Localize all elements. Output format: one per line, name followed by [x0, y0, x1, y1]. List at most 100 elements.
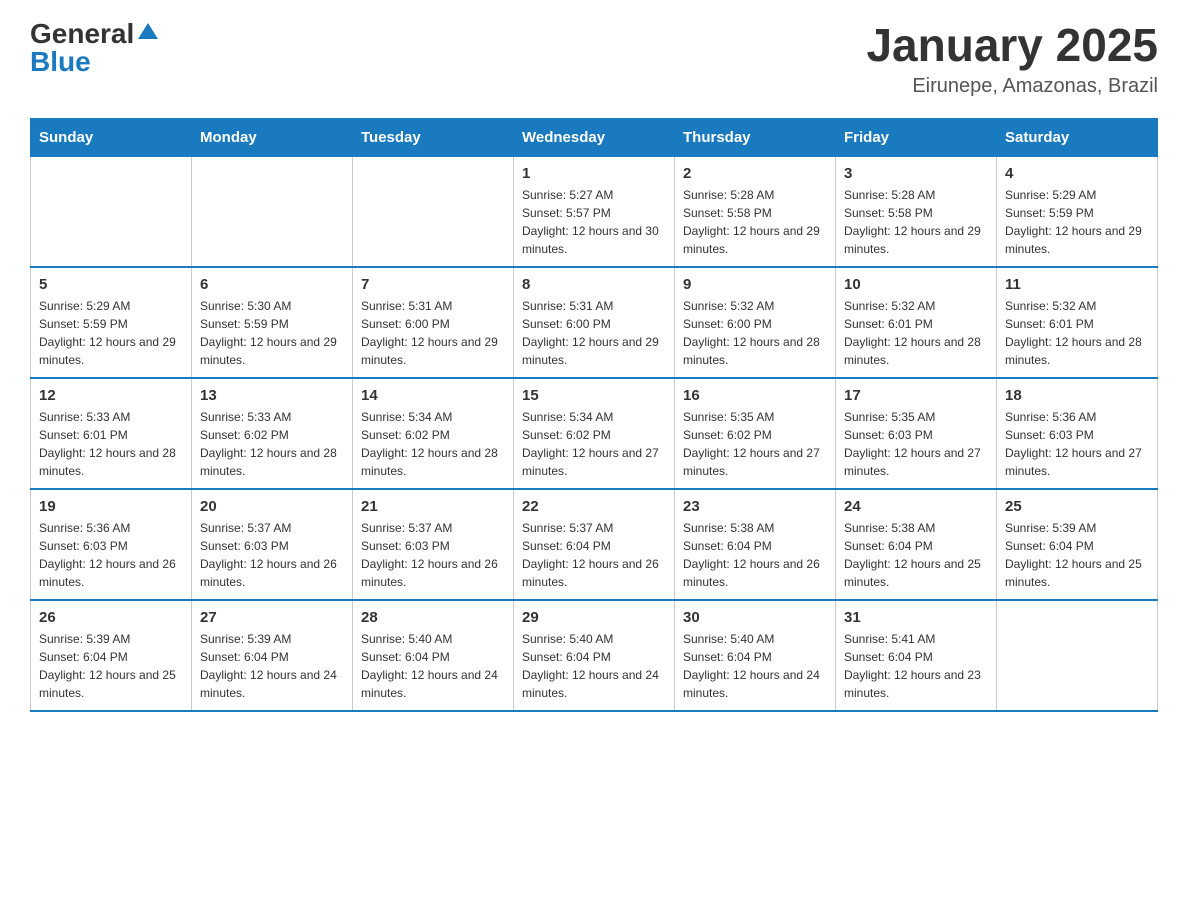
day-number: 9 — [683, 276, 827, 293]
day-info: Sunrise: 5:31 AMSunset: 6:00 PMDaylight:… — [361, 297, 505, 369]
day-info: Sunrise: 5:37 AMSunset: 6:03 PMDaylight:… — [200, 519, 344, 591]
day-number: 21 — [361, 498, 505, 515]
column-header-saturday: Saturday — [997, 118, 1158, 156]
day-number: 19 — [39, 498, 183, 515]
day-number: 26 — [39, 609, 183, 626]
calendar-day-cell: 19 Sunrise: 5:36 AMSunset: 6:03 PMDayligh… — [31, 489, 192, 600]
calendar-day-cell: 5Sunrise: 5:29 AMSunset: 5:59 PMDaylight… — [31, 267, 192, 378]
calendar-day-cell: 24 Sunrise: 5:38 AMSunset: 6:04 PMDayligh… — [836, 489, 997, 600]
calendar-day-cell: 21Sunrise: 5:37 AMSunset: 6:03 PMDayligh… — [353, 489, 514, 600]
calendar-subtitle: Eirunepe, Amazonas, Brazil — [866, 75, 1158, 98]
day-number: 23 — [683, 498, 827, 515]
calendar-day-cell: 27 Sunrise: 5:39 AMSunset: 6:04 PMDayligh… — [192, 600, 353, 711]
day-number: 14 — [361, 387, 505, 404]
day-info: Sunrise: 5:36 AMSunset: 6:03 PMDaylight:… — [39, 519, 183, 591]
calendar-day-cell: 4 Sunrise: 5:29 AMSunset: 5:59 PMDaylight… — [997, 156, 1158, 267]
calendar-day-cell: 10 Sunrise: 5:32 AMSunset: 6:01 PMDayligh… — [836, 267, 997, 378]
day-info: Sunrise: 5:35 AMSunset: 6:02 PMDaylight:… — [683, 408, 827, 480]
calendar-day-cell: 3Sunrise: 5:28 AMSunset: 5:58 PMDaylight… — [836, 156, 997, 267]
calendar-day-cell: 16 Sunrise: 5:35 AMSunset: 6:02 PMDayligh… — [675, 378, 836, 489]
calendar-day-cell: 30 Sunrise: 5:40 AMSunset: 6:04 PMDayligh… — [675, 600, 836, 711]
calendar-day-cell: 28Sunrise: 5:40 AMSunset: 6:04 PMDayligh… — [353, 600, 514, 711]
logo-general-text: General — [30, 20, 134, 48]
calendar-day-cell: 20 Sunrise: 5:37 AMSunset: 6:03 PMDayligh… — [192, 489, 353, 600]
calendar-day-cell: 22 Sunrise: 5:37 AMSunset: 6:04 PMDayligh… — [514, 489, 675, 600]
day-number: 22 — [522, 498, 666, 515]
day-info: Sunrise: 5:40 AMSunset: 6:04 PMDaylight:… — [522, 630, 666, 702]
calendar-day-cell: 31 Sunrise: 5:41 AMSunset: 6:04 PMDayligh… — [836, 600, 997, 711]
day-number: 10 — [844, 276, 988, 293]
calendar-day-cell: 9 Sunrise: 5:32 AMSunset: 6:00 PMDaylight… — [675, 267, 836, 378]
calendar-week-row: 19 Sunrise: 5:36 AMSunset: 6:03 PMDayligh… — [31, 489, 1158, 600]
title-area: January 2025 Eirunepe, Amazonas, Brazil — [866, 20, 1158, 98]
calendar-day-cell: 26Sunrise: 5:39 AMSunset: 6:04 PMDayligh… — [31, 600, 192, 711]
calendar-empty-cell — [353, 156, 514, 267]
day-info: Sunrise: 5:28 AMSunset: 5:58 PMDaylight:… — [683, 186, 827, 258]
day-info: Sunrise: 5:32 AMSunset: 6:01 PMDaylight:… — [844, 297, 988, 369]
calendar-empty-cell — [997, 600, 1158, 711]
logo-triangle-icon — [138, 23, 158, 39]
day-number: 31 — [844, 609, 988, 626]
day-info: Sunrise: 5:35 AMSunset: 6:03 PMDaylight:… — [844, 408, 988, 480]
column-header-tuesday: Tuesday — [353, 118, 514, 156]
day-number: 11 — [1005, 276, 1149, 293]
calendar-table: SundayMondayTuesdayWednesdayThursdayFrid… — [30, 118, 1158, 712]
day-number: 24 — [844, 498, 988, 515]
day-info: Sunrise: 5:41 AMSunset: 6:04 PMDaylight:… — [844, 630, 988, 702]
day-number: 7 — [361, 276, 505, 293]
calendar-day-cell: 12Sunrise: 5:33 AMSunset: 6:01 PMDayligh… — [31, 378, 192, 489]
day-number: 5 — [39, 276, 183, 293]
day-info: Sunrise: 5:29 AMSunset: 5:59 PMDaylight:… — [1005, 186, 1149, 258]
calendar-day-cell: 8Sunrise: 5:31 AMSunset: 6:00 PMDaylight… — [514, 267, 675, 378]
calendar-week-row: 5Sunrise: 5:29 AMSunset: 5:59 PMDaylight… — [31, 267, 1158, 378]
calendar-day-cell: 7 Sunrise: 5:31 AMSunset: 6:00 PMDaylight… — [353, 267, 514, 378]
day-info: Sunrise: 5:36 AMSunset: 6:03 PMDaylight:… — [1005, 408, 1149, 480]
day-info: Sunrise: 5:34 AMSunset: 6:02 PMDaylight:… — [522, 408, 666, 480]
day-info: Sunrise: 5:37 AMSunset: 6:04 PMDaylight:… — [522, 519, 666, 591]
calendar-day-cell: 15 Sunrise: 5:34 AMSunset: 6:02 PMDayligh… — [514, 378, 675, 489]
calendar-title: January 2025 — [866, 20, 1158, 71]
day-number: 6 — [200, 276, 344, 293]
calendar-day-cell: 6 Sunrise: 5:30 AMSunset: 5:59 PMDaylight… — [192, 267, 353, 378]
calendar-day-cell: 14 Sunrise: 5:34 AMSunset: 6:02 PMDayligh… — [353, 378, 514, 489]
day-number: 15 — [522, 387, 666, 404]
day-number: 20 — [200, 498, 344, 515]
calendar-day-cell: 18 Sunrise: 5:36 AMSunset: 6:03 PMDayligh… — [997, 378, 1158, 489]
column-header-sunday: Sunday — [31, 118, 192, 156]
day-info: Sunrise: 5:32 AMSunset: 6:00 PMDaylight:… — [683, 297, 827, 369]
calendar-week-row: 1 Sunrise: 5:27 AMSunset: 5:57 PMDaylight… — [31, 156, 1158, 267]
day-info: Sunrise: 5:28 AMSunset: 5:58 PMDaylight:… — [844, 186, 988, 258]
calendar-week-row: 12Sunrise: 5:33 AMSunset: 6:01 PMDayligh… — [31, 378, 1158, 489]
column-header-wednesday: Wednesday — [514, 118, 675, 156]
day-info: Sunrise: 5:27 AMSunset: 5:57 PMDaylight:… — [522, 186, 666, 258]
calendar-empty-cell — [192, 156, 353, 267]
day-number: 28 — [361, 609, 505, 626]
day-number: 1 — [522, 165, 666, 182]
calendar-day-cell: 11 Sunrise: 5:32 AMSunset: 6:01 PMDayligh… — [997, 267, 1158, 378]
calendar-empty-cell — [31, 156, 192, 267]
calendar-day-cell: 23Sunrise: 5:38 AMSunset: 6:04 PMDayligh… — [675, 489, 836, 600]
day-number: 13 — [200, 387, 344, 404]
logo-blue-text: Blue — [30, 48, 158, 76]
day-info: Sunrise: 5:39 AMSunset: 6:04 PMDaylight:… — [1005, 519, 1149, 591]
calendar-day-cell: 1 Sunrise: 5:27 AMSunset: 5:57 PMDaylight… — [514, 156, 675, 267]
day-info: Sunrise: 5:40 AMSunset: 6:04 PMDaylight:… — [683, 630, 827, 702]
day-number: 25 — [1005, 498, 1149, 515]
day-number: 17 — [844, 387, 988, 404]
day-number: 8 — [522, 276, 666, 293]
day-number: 27 — [200, 609, 344, 626]
day-info: Sunrise: 5:30 AMSunset: 5:59 PMDaylight:… — [200, 297, 344, 369]
day-number: 16 — [683, 387, 827, 404]
column-header-thursday: Thursday — [675, 118, 836, 156]
day-number: 4 — [1005, 165, 1149, 182]
day-info: Sunrise: 5:39 AMSunset: 6:04 PMDaylight:… — [200, 630, 344, 702]
logo: General Blue — [30, 20, 158, 76]
column-header-monday: Monday — [192, 118, 353, 156]
day-number: 18 — [1005, 387, 1149, 404]
day-info: Sunrise: 5:38 AMSunset: 6:04 PMDaylight:… — [844, 519, 988, 591]
day-info: Sunrise: 5:32 AMSunset: 6:01 PMDaylight:… — [1005, 297, 1149, 369]
calendar-header-row: SundayMondayTuesdayWednesdayThursdayFrid… — [31, 118, 1158, 156]
day-info: Sunrise: 5:33 AMSunset: 6:01 PMDaylight:… — [39, 408, 183, 480]
day-number: 30 — [683, 609, 827, 626]
day-info: Sunrise: 5:34 AMSunset: 6:02 PMDaylight:… — [361, 408, 505, 480]
